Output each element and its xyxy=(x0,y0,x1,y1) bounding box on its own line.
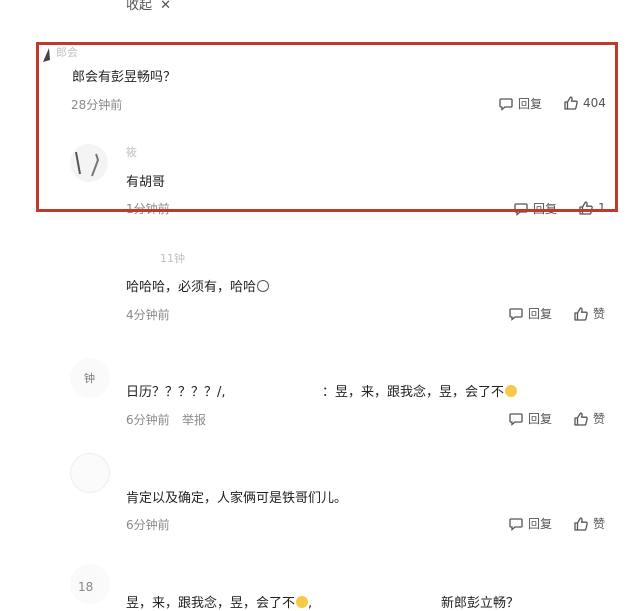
like-button[interactable]: 赞 xyxy=(573,515,605,532)
comment-icon xyxy=(509,517,523,531)
reply-button[interactable]: 回复 xyxy=(508,410,552,427)
comment-time: 6分钟前 xyxy=(126,518,170,532)
comment-text: 肯定以及确定，人家俩可是铁哥们儿。 xyxy=(126,491,348,506)
like-button[interactable]: 赞 xyxy=(573,305,605,322)
reply-username[interactable]: 筱 xyxy=(126,144,137,160)
like-label: 赞 xyxy=(593,307,606,321)
like-count: 404 xyxy=(583,96,606,110)
report-link[interactable]: 举报 xyxy=(182,411,206,428)
comment-time: 28分钟前 xyxy=(71,98,123,112)
comment-text-quote: 新郎彭立畅？ xyxy=(441,596,520,611)
avatar[interactable] xyxy=(70,453,110,493)
like-button[interactable]: 1 xyxy=(578,200,606,216)
thumb-up-icon xyxy=(574,306,588,321)
reply-label: 回复 xyxy=(528,517,553,531)
comment-time: 1分钟前 xyxy=(126,202,170,216)
comment-time: 6分钟前 xyxy=(126,413,170,427)
comment-icon xyxy=(499,97,513,111)
reply-button[interactable]: 回复 xyxy=(508,305,552,322)
comment-text: 昱，来，跟我念，昱，会了不, xyxy=(126,596,313,611)
comment-text: 郎会有彭昱畅吗？ xyxy=(72,70,177,85)
parent-username[interactable]: 郎会 xyxy=(56,44,78,60)
collapse-button[interactable]: 收起 ✕ xyxy=(126,0,171,13)
reply-label: 回复 xyxy=(528,307,553,321)
reply-label: 回复 xyxy=(533,202,558,216)
collapse-label: 收起 xyxy=(126,0,153,13)
like-label: 赞 xyxy=(593,412,606,426)
grin-emoji-icon xyxy=(505,385,518,397)
reply-label: 回复 xyxy=(528,412,553,426)
comment-icon xyxy=(514,202,528,216)
comment-text: 日历？？？？？/, xyxy=(126,385,226,400)
grin-emoji-icon xyxy=(296,596,309,608)
like-count: 1 xyxy=(598,201,606,215)
avatar[interactable] xyxy=(70,144,108,182)
comment-text: 哈哈哈，必须有，哈哈 xyxy=(126,276,270,295)
close-icon: ✕ xyxy=(160,0,172,13)
thumb-up-icon xyxy=(574,516,588,531)
thumb-up-icon xyxy=(564,96,578,110)
like-button[interactable]: 赞 xyxy=(573,410,605,427)
like-button[interactable]: 404 xyxy=(563,95,606,111)
comment-icon xyxy=(509,412,523,426)
like-label: 赞 xyxy=(593,517,606,531)
comment-text: 有胡哥 xyxy=(126,175,166,190)
thumb-up-icon xyxy=(579,201,593,215)
reply-button[interactable]: 回复 xyxy=(508,515,552,532)
avatar[interactable]: 18 xyxy=(70,564,110,604)
avatar[interactable]: 钟 xyxy=(70,358,110,398)
comment-time: 4分钟前 xyxy=(126,308,170,322)
comment-text-quote: ：昱，来，跟我念，昱，会了不 xyxy=(322,381,518,400)
comment-icon xyxy=(509,307,523,321)
comment-username[interactable]: 11钟 xyxy=(160,250,185,266)
reply-label: 回复 xyxy=(518,97,543,111)
reply-button[interactable]: 回复 xyxy=(498,95,542,112)
thumb-up-icon xyxy=(574,411,588,426)
reply-button[interactable]: 回复 xyxy=(513,200,557,217)
smile-emoji-icon xyxy=(257,280,270,292)
